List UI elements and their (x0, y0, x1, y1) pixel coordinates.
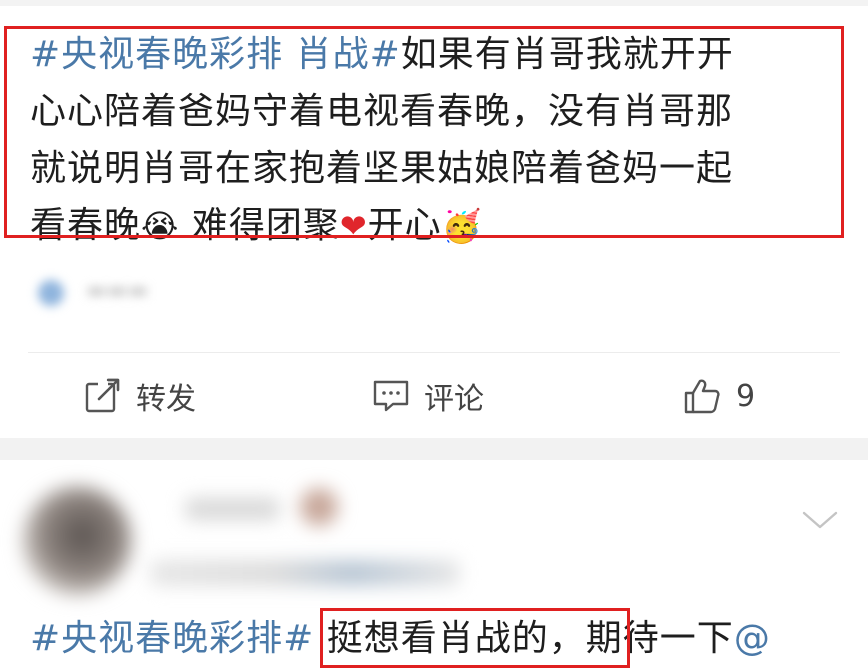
like-count: 9 (736, 378, 756, 414)
chevron-down-icon[interactable] (800, 508, 840, 532)
post-text-line3: 就说明肖哥在家抱着坚果姑娘陪着爸妈一起 (30, 148, 734, 189)
weibo-post: #央视春晚彩排 肖战#如果有肖哥我就开开 心心陪着爸妈守着电视看春晚，没有肖哥那… (0, 0, 868, 438)
post-text-line4c: 开心 (367, 205, 442, 246)
username-blurred[interactable] (185, 498, 280, 520)
location-tag-blurred[interactable]: ▬▬▬ (30, 268, 205, 320)
repost-button[interactable]: 转发 (84, 374, 196, 418)
repost-icon (85, 378, 120, 413)
post-separator-band (0, 438, 868, 460)
comment-icon (373, 380, 409, 412)
comment-button[interactable]: 评论 (372, 374, 484, 418)
post-text-line2: 心心陪着爸妈守着电视看春晚，没有肖哥那 (30, 91, 734, 132)
divider (28, 352, 840, 353)
post-text: #央视春晚彩排 肖战#如果有肖哥我就开开 心心陪着爸妈守着电视看春晚，没有肖哥那… (30, 26, 830, 255)
post-text-line1: 如果有肖哥我就开开 (400, 34, 734, 75)
comment-text: #央视春晚彩排# 挺想看肖战的，期待一下@ (30, 610, 771, 667)
comment-label: 评论 (424, 382, 484, 417)
like-button[interactable]: 9 (682, 374, 755, 418)
thumbs-up-icon (684, 379, 720, 414)
comment-item: #央视春晚彩排# 挺想看肖战的，期待一下@ (0, 460, 868, 668)
repost-label: 转发 (136, 382, 196, 417)
post-text-line4b: 难得团聚 (179, 205, 340, 246)
post-text-line4a: 看春晚 (30, 205, 142, 246)
avatar-blurred[interactable] (22, 486, 132, 596)
red-heart-emoji-icon: ❤ (339, 207, 368, 245)
crying-joy-emoji-icon: 😭 (141, 207, 180, 245)
party-face-emoji-icon: 🥳 (441, 207, 483, 245)
location-text-blurred: ▬▬▬ (86, 278, 149, 303)
top-separator (0, 0, 868, 6)
location-icon (38, 280, 64, 306)
action-bar: 转发 评论 9 (0, 360, 868, 432)
hashtag-link[interactable]: #央视春晚彩排 肖战# (30, 34, 401, 75)
comment-meta-blurred (150, 560, 460, 586)
user-badge-blurred (300, 488, 338, 526)
